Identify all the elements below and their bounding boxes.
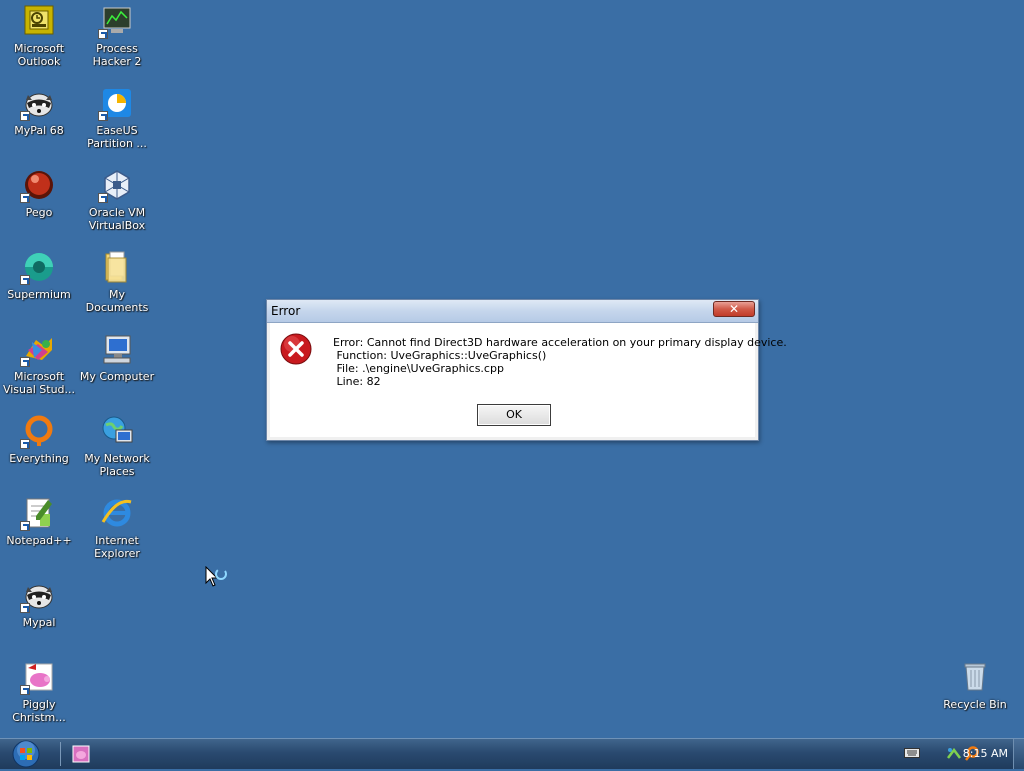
- icon-label: MyPal 68: [14, 124, 64, 137]
- keyboard-icon[interactable]: [904, 747, 920, 762]
- computer-icon: [100, 332, 134, 366]
- desktop-icon-notepadpp[interactable]: Notepad++: [0, 496, 78, 547]
- virtualbox-icon: [98, 168, 134, 203]
- icon-label: My Documents: [85, 288, 149, 314]
- visual-studio-icon: [20, 332, 56, 367]
- network-globe-icon: [100, 414, 134, 448]
- folder-icon: [100, 250, 134, 284]
- dialog-body: Error: Cannot find Direct3D hardware acc…: [270, 323, 787, 437]
- taskbar-separator: [60, 742, 61, 766]
- easeus-icon: [98, 86, 134, 121]
- desktop-icon-recyclebin[interactable]: Recycle Bin: [936, 660, 1014, 711]
- start-button[interactable]: [8, 740, 44, 768]
- close-button[interactable]: ✕: [713, 301, 755, 317]
- icon-label: Mypal: [22, 616, 56, 629]
- desktop-icon-visualstudio[interactable]: Microsoft Visual Stud...: [0, 332, 78, 396]
- icon-label: Supermium: [7, 288, 71, 301]
- icon-label: Internet Explorer: [94, 534, 140, 560]
- desktop-icon-everything[interactable]: Everything: [0, 414, 78, 465]
- desktop-icon-mycomputer[interactable]: My Computer: [78, 332, 156, 383]
- error-message: Error: Cannot find Direct3D hardware acc…: [333, 336, 787, 388]
- icon-label: Pego: [25, 206, 53, 219]
- desktop-icon-processhacker[interactable]: Process Hacker 2: [78, 4, 156, 68]
- desktop-icon-easeus[interactable]: EaseUS Partition ...: [78, 86, 156, 150]
- icon-label: Oracle VM VirtualBox: [88, 206, 146, 232]
- network-tray-icon[interactable]: [946, 746, 962, 765]
- system-tray: 8:15 AM: [874, 739, 1024, 769]
- dialog-title: Error: [271, 304, 301, 318]
- desktop-icon-mypal68[interactable]: MyPal 68: [0, 86, 78, 137]
- supermium-icon: [20, 250, 56, 285]
- desktop-icon-outlook[interactable]: Microsoft Outlook: [0, 4, 78, 68]
- error-icon: [280, 333, 312, 365]
- message-line: File: .\engine\UveGraphics.cpp: [333, 362, 504, 375]
- icon-label: EaseUS Partition ...: [87, 124, 147, 150]
- clock[interactable]: 8:15 AM: [963, 747, 1008, 760]
- icon-label: Microsoft Outlook: [13, 42, 65, 68]
- desktop-icon-supermium[interactable]: Supermium: [0, 250, 78, 301]
- windows-logo-icon: [12, 740, 40, 768]
- show-desktop-button[interactable]: [1013, 739, 1024, 769]
- recycle-bin-icon: [958, 660, 992, 694]
- dialog-titlebar[interactable]: Error ✕: [267, 300, 758, 323]
- pego-icon: [20, 168, 56, 203]
- message-line: Line: 82: [333, 375, 381, 388]
- icon-label: Piggly Christm...: [12, 698, 66, 724]
- notepad-plus-plus-icon: [20, 496, 56, 531]
- desktop-icon-mydocuments[interactable]: My Documents: [78, 250, 156, 314]
- icon-label: Process Hacker 2: [92, 42, 142, 68]
- icon-label: Everything: [9, 452, 69, 465]
- busy-cursor-icon: [205, 565, 231, 599]
- icon-label: Recycle Bin: [943, 698, 1007, 711]
- message-line: Error: Cannot find Direct3D hardware acc…: [333, 336, 787, 349]
- taskbar: 8:15 AM: [0, 738, 1024, 769]
- outlook-icon: [22, 4, 56, 38]
- icon-label: My Network Places: [84, 452, 150, 478]
- taskbar-app-button[interactable]: [71, 744, 91, 764]
- icon-label: My Computer: [79, 370, 155, 383]
- piggy-icon: [20, 660, 56, 695]
- raccoon-icon: [20, 578, 56, 613]
- everything-icon: [20, 414, 56, 449]
- error-dialog: Error ✕ Error: Cannot find Direct3D hard…: [266, 299, 787, 441]
- internet-explorer-icon: [100, 496, 134, 530]
- ok-button[interactable]: OK: [477, 404, 551, 426]
- desktop-icon-mypal[interactable]: Mypal: [0, 578, 78, 629]
- message-line: Function: UveGraphics::UveGraphics(): [333, 349, 547, 362]
- desktop-icon-piggy[interactable]: Piggly Christm...: [0, 660, 78, 724]
- raccoon-icon: [20, 86, 56, 121]
- desktop-icon-ie[interactable]: Internet Explorer: [78, 496, 156, 560]
- icon-label: Notepad++: [6, 534, 72, 547]
- process-hacker-icon: [98, 4, 134, 39]
- piggy-icon: [72, 745, 90, 763]
- icon-label: Microsoft Visual Stud...: [2, 370, 76, 396]
- desktop-icon-virtualbox[interactable]: Oracle VM VirtualBox: [78, 168, 156, 232]
- desktop-icon-networkplaces[interactable]: My Network Places: [78, 414, 156, 478]
- desktop-icon-pego[interactable]: Pego: [0, 168, 78, 219]
